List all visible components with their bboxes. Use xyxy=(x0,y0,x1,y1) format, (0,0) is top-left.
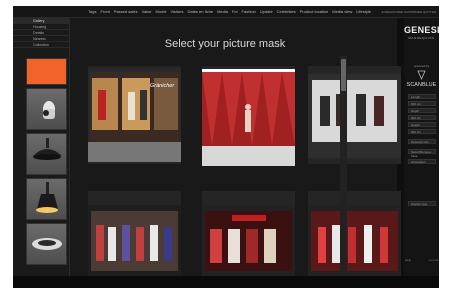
help-link[interactable]: Help xyxy=(405,258,411,262)
menu-item[interactable]: Visitors xyxy=(170,9,183,14)
picture-tile-red-window[interactable] xyxy=(308,191,401,288)
menu-item[interactable]: Value xyxy=(142,9,152,14)
menu-item[interactable]: Tags xyxy=(88,9,96,14)
downlight-icon xyxy=(32,238,62,250)
length-input[interactable]: 000 cm xyxy=(408,101,436,106)
height-label: Height xyxy=(408,122,436,127)
length-label: Length xyxy=(408,94,436,99)
lomme-link[interactable]: Lomme xyxy=(429,258,439,262)
category-list: Gallery Housing Details Nearest Collecti… xyxy=(13,18,70,48)
depth-input[interactable]: 000 cm xyxy=(408,115,436,120)
picture-tile-red-curtain[interactable] xyxy=(202,66,295,166)
thumbnail-ceiling-light[interactable] xyxy=(26,133,67,175)
brand-subtitle: MANNEQUINS xyxy=(408,36,435,40)
product-thumbnails xyxy=(26,58,69,268)
app-window: Tags Front Passed sales Value Model Visi… xyxy=(13,6,439,288)
partner-logo-text: SCANBLUE xyxy=(406,82,437,88)
menu-item[interactable]: Model xyxy=(156,9,167,14)
vertical-scrollbar[interactable] xyxy=(340,56,347,276)
thumbnail-camera-head[interactable] xyxy=(26,88,67,130)
shop-sign-text: Gränicher xyxy=(150,83,175,89)
picture-tile-shopfront[interactable]: Gränicher xyxy=(88,66,181,164)
height-input[interactable]: 000 cm xyxy=(408,129,436,134)
menu-item[interactable]: Foi xyxy=(232,9,238,14)
orientation-button[interactable]: Orientation xyxy=(408,159,436,164)
menu-item[interactable]: Media xyxy=(217,9,228,14)
picture-tile-suits[interactable] xyxy=(308,66,401,164)
bottom-bar xyxy=(13,276,439,288)
ceiling-lamp-icon xyxy=(33,138,62,160)
spot-camera-icon xyxy=(43,101,55,119)
suit-mannequins-photo xyxy=(308,74,401,158)
menu-item[interactable]: Update xyxy=(260,9,273,14)
picture-tile-store-display[interactable] xyxy=(202,191,295,288)
red-window-photo xyxy=(308,205,401,276)
footer-links: Help Lomme xyxy=(405,258,439,262)
right-panel: GENESIS MANNEQUINS powered by SCANBLUE L… xyxy=(404,18,439,276)
menu-item[interactable]: Passed sales xyxy=(114,9,138,14)
red-curtain-photo xyxy=(202,69,295,166)
scanblue-logo-icon xyxy=(417,70,426,80)
select-remove-base-button[interactable]: Select/Remove base xyxy=(408,149,436,158)
menu-item[interactable]: Front xyxy=(100,9,109,14)
brand-name: GENESIS xyxy=(404,25,439,35)
main-content: Select your picture mask Gränicher xyxy=(70,18,401,288)
menu-item[interactable]: Celebrities xyxy=(277,9,296,14)
pendant-lamp-icon xyxy=(36,182,58,213)
left-panel: Gallery Housing Details Nearest Collecti… xyxy=(13,18,70,276)
category-item[interactable]: Collection xyxy=(13,42,70,48)
menu-item[interactable]: Fashion xyxy=(242,9,256,14)
menu-item[interactable]: Media view xyxy=(332,9,352,14)
top-menu-bar: Tags Front Passed sales Value Model Visi… xyxy=(13,6,439,18)
shop-interior-photo xyxy=(88,205,181,276)
thumbnail-pendant-lamp[interactable] xyxy=(26,178,67,220)
powered-by-label: powered by xyxy=(413,64,430,68)
thumbnail-downlight[interactable] xyxy=(26,223,67,265)
store-display-photo xyxy=(202,205,295,276)
shopfront-photo: Gränicher xyxy=(88,68,181,162)
menu-item[interactable]: Product location xyxy=(300,9,329,14)
page-title: Select your picture mask xyxy=(164,38,286,50)
main-menu: Tags Front Passed sales Value Model Visi… xyxy=(88,9,371,14)
pedestal-size-button[interactable]: Pedestal size xyxy=(408,139,436,144)
menu-item[interactable]: Lifestyle xyxy=(356,9,371,14)
color-swatch-orange[interactable] xyxy=(26,58,67,85)
picture-tile-shop-interior[interactable] xyxy=(88,191,181,288)
display-type-button[interactable]: Display type xyxy=(408,201,436,206)
depth-label: Depth xyxy=(408,108,436,113)
status-text: ENREGISTRER SUPPRIMER QUITTER xyxy=(381,10,436,14)
scrollbar-thumb[interactable] xyxy=(341,59,346,91)
menu-item[interactable]: Dates en fiche xyxy=(187,9,213,14)
